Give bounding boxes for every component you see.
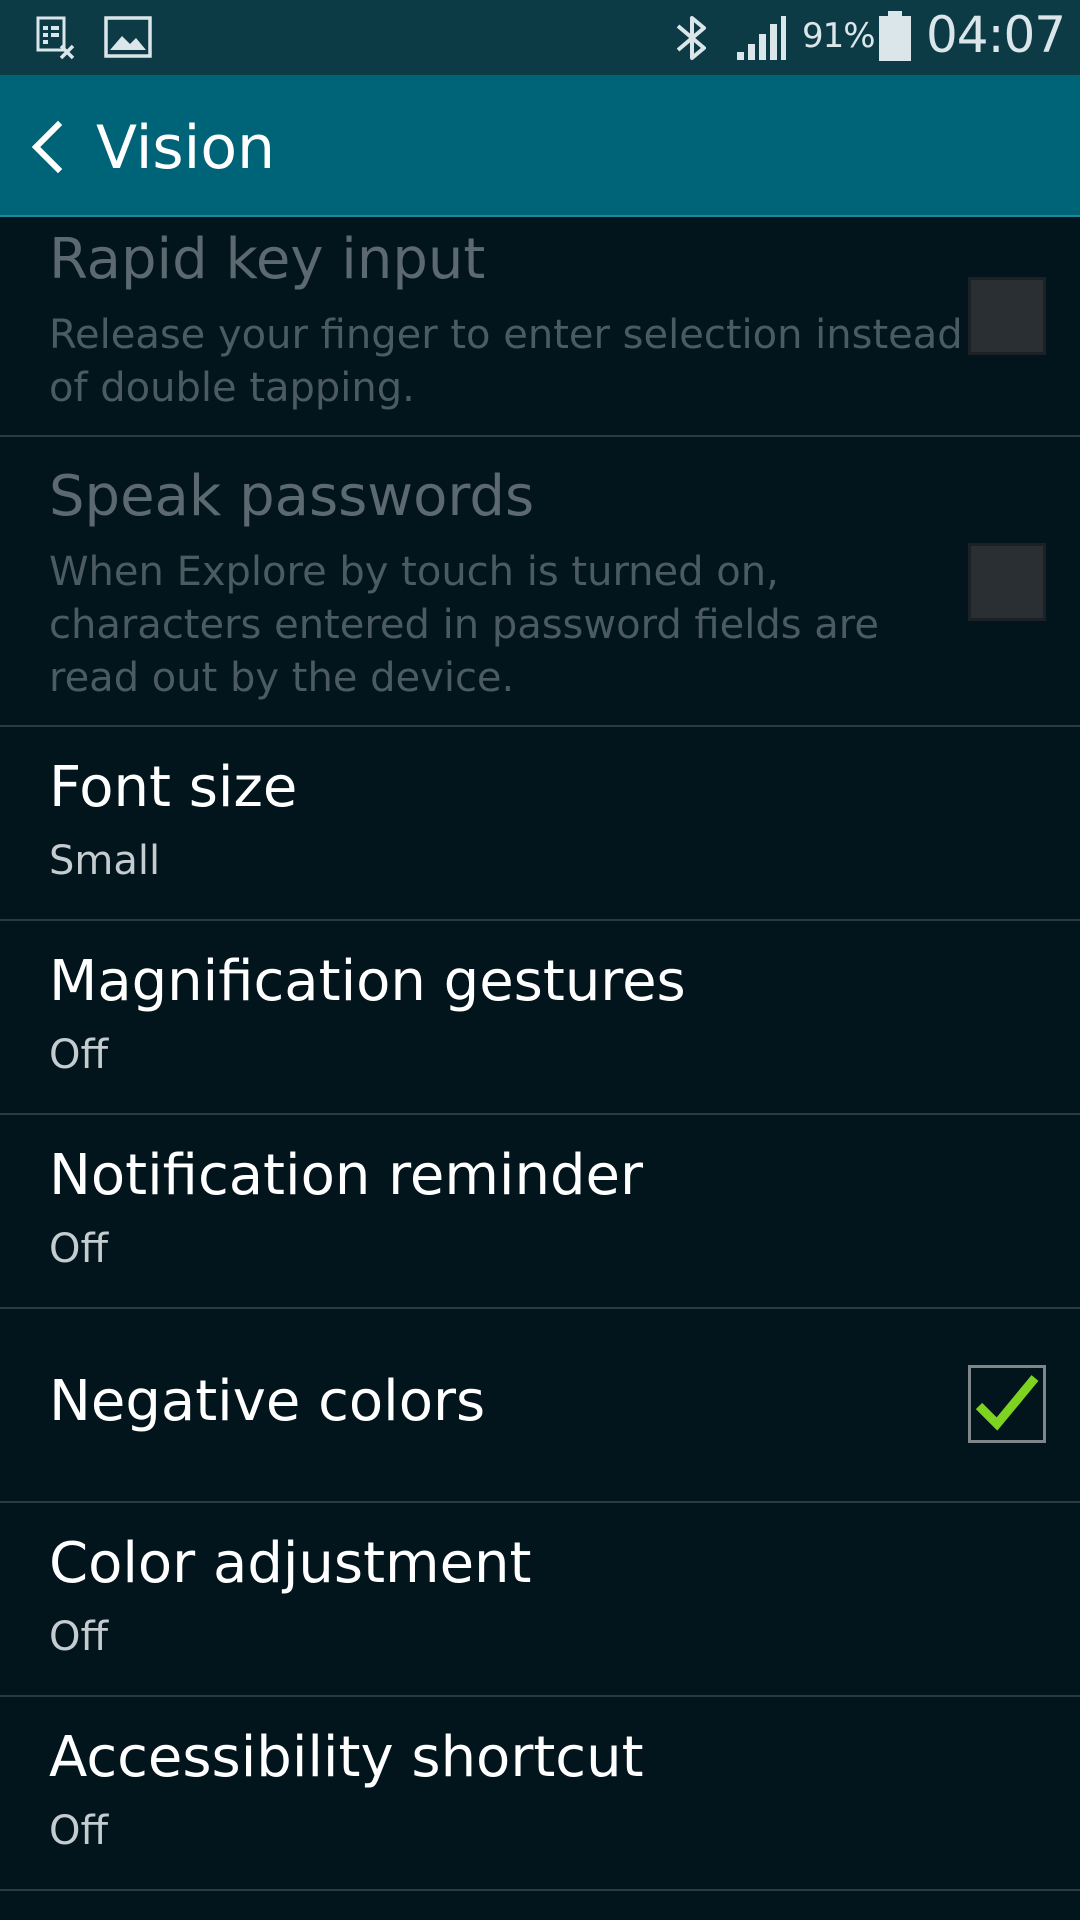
setting-title: Negative colors bbox=[49, 1369, 486, 1434]
setting-title: Magnification gestures bbox=[49, 949, 686, 1014]
chevron-left-icon bbox=[18, 120, 88, 185]
setting-title: Rapid key input bbox=[49, 227, 486, 292]
setting-summary-line: read out by the device. bbox=[49, 655, 515, 701]
setting-negative-colors[interactable]: Negative colors bbox=[0, 1309, 1080, 1503]
setting-title: Color adjustment bbox=[49, 1531, 532, 1596]
setting-summary-line: characters entered in password fields ar… bbox=[49, 602, 879, 648]
setting-summary: Small bbox=[49, 838, 161, 884]
setting-title: Font size bbox=[49, 755, 298, 820]
setting-font-size[interactable]: Font size Small bbox=[0, 727, 1080, 921]
setting-title: Notification reminder bbox=[49, 1143, 643, 1208]
battery-percentage: 91% bbox=[802, 16, 876, 56]
document-x-icon bbox=[34, 14, 82, 66]
setting-summary-line: When Explore by touch is turned on, bbox=[49, 549, 779, 595]
setting-summary-line: Release your finger to enter selection i… bbox=[49, 312, 963, 358]
setting-summary: Off bbox=[49, 1614, 109, 1660]
setting-color-adjustment[interactable]: Color adjustment Off bbox=[0, 1503, 1080, 1697]
speak-passwords-checkbox[interactable] bbox=[968, 543, 1046, 621]
page-title: Vision bbox=[96, 113, 276, 183]
setting-summary: Off bbox=[49, 1226, 109, 1272]
setting-title: Speak passwords bbox=[49, 464, 535, 529]
battery-icon bbox=[878, 11, 912, 65]
bluetooth-icon bbox=[670, 12, 714, 68]
setting-summary: Off bbox=[49, 1032, 109, 1078]
image-icon bbox=[104, 16, 154, 64]
setting-summary: Off bbox=[49, 1808, 109, 1854]
clock: 04:07 bbox=[926, 6, 1066, 64]
setting-accessibility-shortcut[interactable]: Accessibility shortcut Off bbox=[0, 1697, 1080, 1891]
negative-colors-checkbox[interactable] bbox=[968, 1365, 1046, 1443]
setting-magnification-gestures[interactable]: Magnification gestures Off bbox=[0, 921, 1080, 1115]
setting-speak-passwords[interactable]: Speak passwords When Explore by touch is… bbox=[0, 437, 1080, 727]
rapid-key-input-checkbox[interactable] bbox=[968, 277, 1046, 355]
back-button[interactable] bbox=[18, 111, 88, 181]
setting-summary-line: of double tapping. bbox=[49, 365, 415, 411]
setting-rapid-key-input[interactable]: Rapid key input Release your finger to e… bbox=[0, 217, 1080, 437]
status-bar: 91% 04:07 bbox=[0, 0, 1080, 75]
settings-list: Rapid key input Release your finger to e… bbox=[0, 217, 1080, 1891]
signal-icon bbox=[735, 14, 787, 66]
setting-title: Accessibility shortcut bbox=[49, 1725, 644, 1790]
action-bar: Vision bbox=[0, 75, 1080, 217]
setting-notification-reminder[interactable]: Notification reminder Off bbox=[0, 1115, 1080, 1309]
